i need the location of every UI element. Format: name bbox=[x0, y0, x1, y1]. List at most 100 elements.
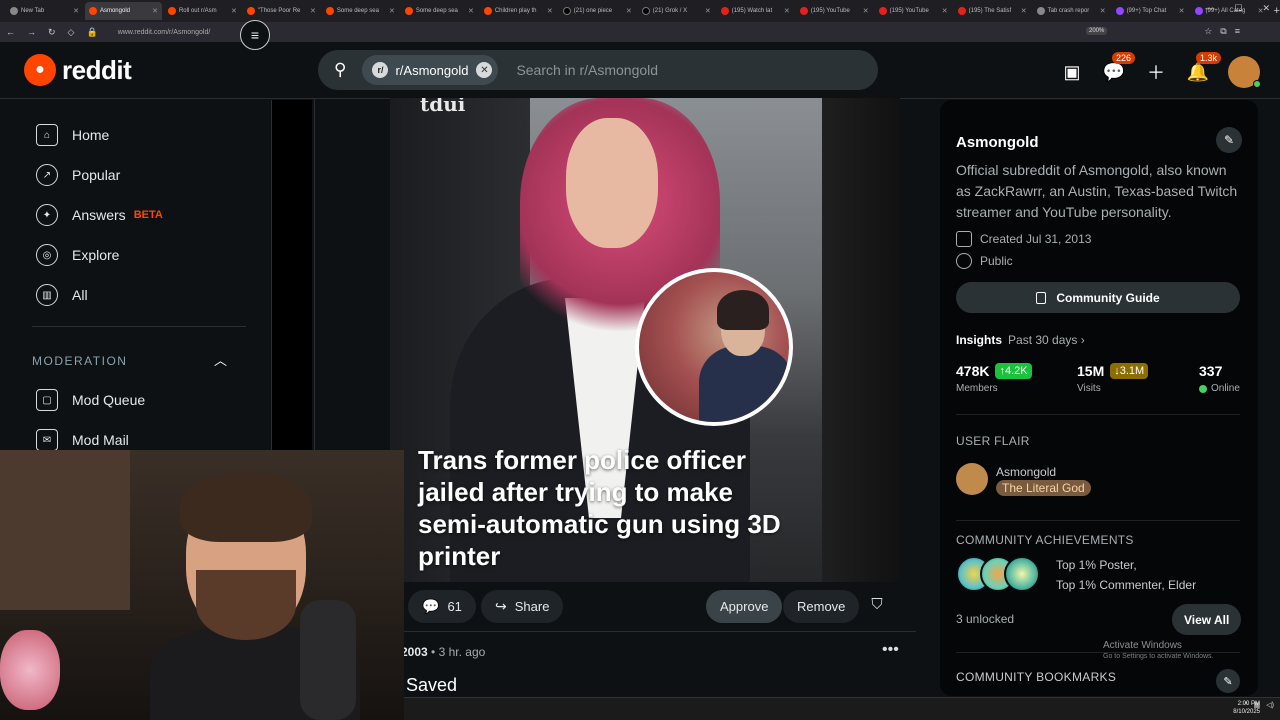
tab-close-icon[interactable]: ✕ bbox=[468, 7, 474, 15]
browser-tab[interactable]: Tab crash repor ✕ bbox=[1033, 2, 1110, 20]
tab-close-icon[interactable]: ✕ bbox=[310, 7, 316, 15]
tab-close-icon[interactable]: ✕ bbox=[1100, 7, 1106, 15]
nav-item-explore[interactable]: ◎ Explore bbox=[36, 244, 119, 266]
shield-icon[interactable]: ◇ bbox=[68, 27, 75, 38]
inset-portrait bbox=[635, 268, 793, 426]
browser-tab[interactable]: Children play th ✕ bbox=[480, 2, 557, 20]
visits-stat: 15M ↓3.1M Visits bbox=[1077, 363, 1149, 394]
tab-close-icon[interactable]: ✕ bbox=[705, 7, 711, 15]
tab-favicon-icon bbox=[483, 7, 492, 15]
reload-icon[interactable]: ↻ bbox=[48, 27, 56, 38]
inset-body bbox=[699, 346, 789, 422]
tab-favicon-icon bbox=[404, 7, 413, 15]
tab-close-icon[interactable]: ✕ bbox=[231, 7, 237, 15]
browser-tab[interactable]: Some deep sea ✕ bbox=[401, 2, 478, 20]
community-guide-button[interactable]: Community Guide bbox=[956, 282, 1240, 313]
comment-author[interactable]: 2003 bbox=[401, 645, 428, 659]
nav-label: Popular bbox=[72, 167, 121, 183]
browser-tab[interactable]: New Tab ✕ bbox=[6, 2, 83, 20]
browser-tab[interactable]: (195) YouTube ✕ bbox=[796, 2, 873, 20]
browser-tab[interactable]: Some deep sea ✕ bbox=[322, 2, 399, 20]
system-clock[interactable]: 2:00 PM 8/10/2025 bbox=[1233, 700, 1260, 716]
browser-tab[interactable]: "Those Poor Re ✕ bbox=[243, 2, 320, 20]
tab-label: (99+) Top Chat bbox=[1126, 8, 1167, 14]
mod-shield-icon[interactable]: ⛉ bbox=[866, 596, 888, 618]
nav-item-mod-mail[interactable]: ✉ Mod Mail bbox=[36, 429, 129, 451]
notifications-icon[interactable]: 🔔 1.3k bbox=[1186, 52, 1222, 84]
bookmark-star-icon[interactable]: ☆ bbox=[1204, 26, 1212, 37]
reddit-logo[interactable]: ● reddit bbox=[24, 54, 132, 86]
browser-tab[interactable]: Asmongold ✕ bbox=[84, 2, 162, 20]
subreddit-search-chip[interactable]: r/ r/Asmongold ✕ bbox=[362, 55, 499, 85]
url-bar[interactable]: www.reddit.com/r/Asmongold/ bbox=[118, 29, 211, 36]
achievement-badge-icon[interactable] bbox=[1004, 556, 1040, 592]
tab-close-icon[interactable]: ✕ bbox=[389, 7, 395, 15]
minimize-icon[interactable]: — bbox=[1205, 3, 1214, 14]
comment-time: 3 hr. ago bbox=[438, 645, 486, 659]
tab-close-icon[interactable]: ✕ bbox=[942, 7, 948, 15]
maximize-icon[interactable]: ☐ bbox=[1234, 3, 1242, 14]
collapse-sidebar-icon[interactable]: ≡ bbox=[240, 20, 270, 50]
remove-button[interactable]: Remove bbox=[783, 590, 860, 623]
back-icon[interactable]: ← bbox=[6, 27, 15, 37]
chat-icon[interactable]: 💬 226 bbox=[1102, 52, 1136, 84]
cam-microphone bbox=[300, 600, 356, 720]
browser-tab[interactable]: (99+) Top Chat ✕ bbox=[1112, 2, 1189, 20]
flair-tag[interactable]: The Literal God bbox=[996, 480, 1091, 496]
browser-tab[interactable]: (195) The Satisf ✕ bbox=[954, 2, 1031, 20]
community-name: Asmongold bbox=[956, 134, 1039, 151]
tab-close-icon[interactable]: ✕ bbox=[547, 7, 553, 15]
menu-icon[interactable]: ≡ bbox=[1235, 26, 1240, 37]
tab-close-icon[interactable]: ✕ bbox=[152, 7, 158, 15]
post-image-headline: Trans former police officer jailed after… bbox=[418, 445, 781, 571]
insights-link[interactable]: Insights Past 30 days › bbox=[956, 333, 1085, 347]
achievement-line: Top 1% Poster, bbox=[1056, 558, 1137, 572]
moderation-heading[interactable]: MODERATION bbox=[32, 354, 127, 368]
nav-item-all[interactable]: ▥ All bbox=[36, 284, 88, 306]
browser-tab[interactable]: (195) YouTube ✕ bbox=[875, 2, 952, 20]
search-bar[interactable]: ⚲ r/ r/Asmongold ✕ bbox=[318, 50, 878, 90]
share-button[interactable]: ↪ Share bbox=[481, 590, 564, 623]
nav-item-popular[interactable]: ↗ Popular bbox=[36, 164, 120, 186]
edit-pencil-icon[interactable]: ✎ bbox=[1216, 127, 1242, 153]
create-post-icon[interactable]: ＋ bbox=[1144, 60, 1168, 84]
header-actions: ▣ 💬 226 ＋ 🔔 1.3k bbox=[1060, 52, 1261, 88]
tab-favicon-icon bbox=[720, 7, 729, 15]
comments-button[interactable]: 💬 61 bbox=[408, 590, 476, 623]
approve-label: Approve bbox=[720, 599, 769, 614]
tab-close-icon[interactable]: ✕ bbox=[1179, 7, 1185, 15]
nav-item-home[interactable]: ⌂ Home bbox=[36, 124, 109, 146]
new-tab-button[interactable]: + bbox=[1274, 5, 1280, 17]
more-options-icon[interactable]: ••• bbox=[882, 641, 899, 659]
chevron-up-icon[interactable]: ︿ bbox=[214, 350, 227, 369]
volume-icon[interactable]: ◁) bbox=[1266, 701, 1274, 709]
user-avatar[interactable] bbox=[1228, 56, 1261, 88]
nav-item-answers[interactable]: ✦ Answers BETA bbox=[36, 204, 163, 226]
browser-tab[interactable]: Roll out r/Asm ✕ bbox=[164, 2, 241, 20]
close-window-icon[interactable]: ✕ bbox=[1262, 3, 1270, 14]
visibility-label: Public bbox=[980, 254, 1013, 268]
browser-tab[interactable]: (21) Grok / X ✕ bbox=[638, 2, 715, 20]
cam-streamer-hair bbox=[180, 472, 312, 542]
forward-icon[interactable]: → bbox=[27, 27, 36, 37]
tab-close-icon[interactable]: ✕ bbox=[784, 7, 790, 15]
edit-pencil-icon[interactable]: ✎ bbox=[1216, 669, 1240, 693]
tab-label: New Tab bbox=[21, 8, 45, 14]
view-all-button[interactable]: View All bbox=[1172, 604, 1242, 635]
lock-icon[interactable]: 🔒 bbox=[86, 27, 97, 38]
tab-favicon-icon bbox=[88, 7, 97, 15]
browser-tab[interactable]: (195) Watch lat ✕ bbox=[717, 2, 794, 20]
tab-close-icon[interactable]: ✕ bbox=[626, 7, 632, 15]
post-image[interactable]: tdui Trans former police officer jailed … bbox=[390, 98, 822, 582]
search-input[interactable] bbox=[516, 62, 817, 78]
approve-button[interactable]: Approve bbox=[706, 590, 783, 623]
advertise-icon[interactable]: ▣ bbox=[1060, 60, 1084, 84]
browser-tab[interactable]: (21) one piece ✕ bbox=[559, 2, 636, 20]
tab-close-icon[interactable]: ✕ bbox=[73, 7, 79, 15]
tab-close-icon[interactable]: ✕ bbox=[1021, 7, 1027, 15]
extension-icon[interactable]: ⧉ bbox=[1220, 26, 1226, 37]
tab-close-icon[interactable]: ✕ bbox=[863, 7, 869, 15]
clear-chip-icon[interactable]: ✕ bbox=[476, 62, 493, 78]
nav-item-mod-queue[interactable]: ▢ Mod Queue bbox=[36, 389, 145, 411]
zoom-badge[interactable]: 200% bbox=[1086, 27, 1108, 35]
